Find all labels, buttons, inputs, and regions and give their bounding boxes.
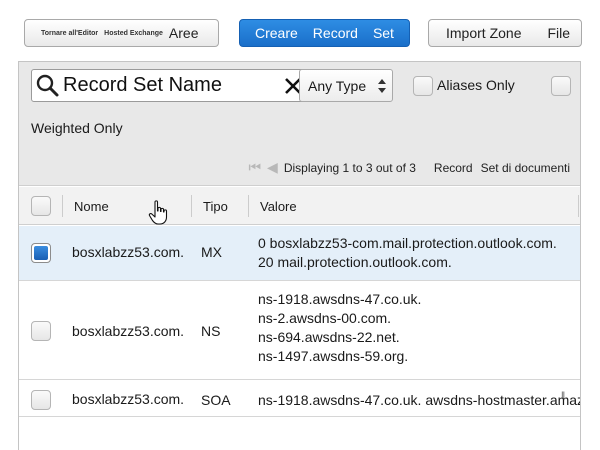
- table-header: Nome Tipo Valore: [19, 187, 580, 225]
- table-row[interactable]: bosxlabzz53.com. MX 0 bosxlabzz53-com.ma…: [19, 226, 580, 281]
- back-button-label: Aree: [168, 25, 199, 41]
- row-values: 0 bosxlabzz53-com.mail.protection.outloo…: [258, 234, 557, 272]
- import-zone-file-button[interactable]: Import Zone File: [428, 19, 582, 47]
- column-header-name[interactable]: Nome: [74, 199, 109, 214]
- row-value-line: 20 mail.protection.outlook.com.: [258, 254, 452, 270]
- record-sets-panel: Any Type Aliases Only Weighted Only ⏮ ◀ …: [18, 61, 581, 450]
- row-value-line: ns-694.awsdns-22.net.: [258, 329, 400, 345]
- row-type: NS: [201, 323, 221, 339]
- column-resize-handle[interactable]: ‖: [561, 391, 565, 402]
- search-field[interactable]: [31, 69, 309, 102]
- row-value-line: ns-1918.awsdns-47.co.uk.: [258, 291, 422, 307]
- search-input[interactable]: [61, 74, 282, 97]
- row-type: MX: [201, 244, 222, 260]
- row-checkbox[interactable]: [31, 243, 51, 263]
- hand-cursor-icon: [148, 200, 168, 225]
- first-page-icon[interactable]: ⏮: [248, 159, 261, 176]
- row-value-line: 0 bosxlabzz53-com.mail.protection.outloo…: [258, 235, 557, 251]
- row-name: bosxlabzz53.com.: [72, 391, 185, 407]
- aliases-only-checkbox[interactable]: [413, 76, 433, 96]
- pagination-record-label: Record: [433, 160, 473, 175]
- row-values: ns-1918.awsdns-47.co.uk. awsdns-hostmast…: [258, 391, 581, 410]
- row-value-line: ns-2.awsdns-00.com.: [258, 310, 392, 326]
- create-record-set-button[interactable]: Creare Record Set: [239, 19, 410, 47]
- pagination: ⏮ ◀ Displaying 1 to 3 out of 3 Record Se…: [248, 159, 570, 176]
- back-to-editor-button[interactable]: Tornare all'Editor Hosted Exchange Aree: [24, 19, 219, 47]
- row-value-line: ns-1918.awsdns-47.co.uk. awsdns-hostmast…: [258, 392, 581, 408]
- create-word-1: Creare: [255, 25, 298, 41]
- table-row[interactable]: bosxlabzz53.com. SOA ns-1918.awsdns-47.c…: [19, 381, 580, 417]
- back-button-small-label-2: Hosted Exchange: [104, 29, 163, 37]
- table-row[interactable]: bosxlabzz53.com. NS ns-1918.awsdns-47.co…: [19, 282, 580, 380]
- search-icon: [36, 74, 59, 96]
- type-select-value: Any Type: [308, 77, 367, 94]
- aliases-only-label: Aliases Only: [437, 77, 515, 93]
- create-word-2: Record: [312, 25, 358, 41]
- row-values: ns-1918.awsdns-47.co.uk. ns-2.awsdns-00.…: [258, 290, 421, 366]
- column-header-type[interactable]: Tipo: [203, 199, 228, 214]
- import-label: Import Zone: [446, 25, 522, 41]
- row-checkbox[interactable]: [31, 321, 51, 341]
- pagination-status: Displaying 1 to 3 out of 3: [283, 160, 416, 175]
- row-name: bosxlabzz53.com.: [72, 244, 185, 260]
- column-header-value[interactable]: Valore: [260, 199, 297, 214]
- row-name: bosxlabzz53.com.: [72, 323, 185, 339]
- prev-page-icon[interactable]: ◀: [267, 159, 278, 176]
- select-arrows-icon: [378, 79, 386, 93]
- weighted-only-label: Weighted Only: [31, 120, 123, 136]
- select-all-checkbox[interactable]: [31, 196, 51, 216]
- back-button-small-label: Tornare all'Editor: [41, 29, 99, 37]
- type-select[interactable]: Any Type: [299, 69, 393, 102]
- pagination-set-label: Set di documenti: [480, 160, 570, 175]
- file-label: File: [547, 25, 571, 41]
- create-word-3: Set: [372, 25, 394, 41]
- row-checkbox[interactable]: [31, 390, 51, 410]
- filter-bar: Any Type Aliases Only Weighted Only ⏮ ◀ …: [19, 62, 580, 186]
- row-type: SOA: [201, 392, 231, 408]
- row-value-line: ns-1497.awsdns-59.org.: [258, 348, 409, 364]
- weighted-only-checkbox[interactable]: [551, 76, 571, 96]
